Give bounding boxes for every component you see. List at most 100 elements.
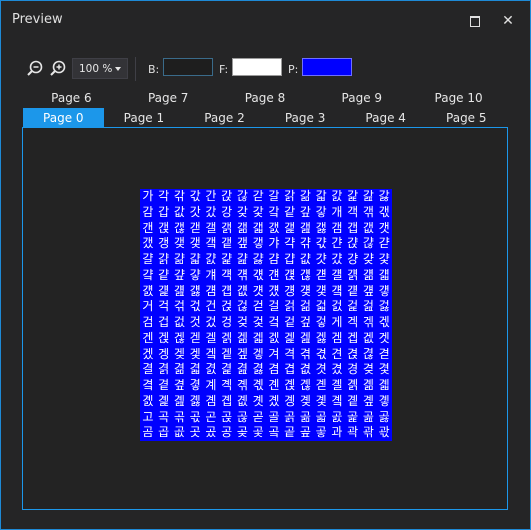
title-bar[interactable]: Preview ✕ [1, 1, 530, 39]
glyph-cell: 걥 [221, 283, 233, 298]
glyph-cell: 갿 [378, 236, 390, 251]
glyph-cell: 갤 [205, 220, 217, 235]
tab-page-9[interactable]: Page 9 [313, 88, 410, 108]
tab-page-4[interactable]: Page 4 [345, 108, 426, 128]
preview-canvas: 가각갂갃간갅갆갇갈갉갊갋갌갍갎갏감갑값갓갔강갖갗갘같갚갛개객갞갟갠갡갢갣갤갥갦갧… [22, 127, 508, 510]
glyph-cell: 겂 [173, 315, 185, 329]
glyph-cell: 갈 [268, 189, 280, 203]
glyph-cell: 갾 [362, 236, 374, 251]
glyph-cell: 갷 [252, 236, 264, 251]
glyph-cell: 곐 [142, 393, 154, 408]
glyph-cell: 갅 [221, 189, 233, 203]
glyph-cell: 겈 [268, 315, 280, 329]
glyph-cell: 겉 [284, 315, 296, 329]
glyph-cell: 겘 [268, 330, 280, 345]
glyph-cell: 객 [347, 204, 359, 219]
glyph-cell: 갨 [268, 220, 280, 235]
glyph-cell: 겓 [189, 330, 201, 345]
glyph-cell: 겪 [299, 346, 311, 361]
maximize-button[interactable] [463, 9, 487, 33]
tab-page-0[interactable]: Page 0 [23, 108, 104, 128]
glyph-cell: 골 [268, 409, 280, 424]
glyph-cell: 곸 [268, 425, 280, 440]
glyph-cell: 겔 [205, 330, 217, 345]
glyph-cell: 갋 [315, 189, 327, 203]
glyph-cell: 갢 [173, 220, 185, 235]
tab-page-1[interactable]: Page 1 [104, 108, 185, 128]
glyph-cell: 건 [205, 299, 217, 314]
glyph-cell: 갸 [268, 236, 280, 251]
glyph-cell: 검 [142, 315, 154, 329]
glyph-cell: 갏 [378, 189, 390, 203]
glyph-cell: 겺 [299, 362, 311, 377]
glyph-cell: 걯 [378, 283, 390, 298]
glyph-cell: 갰 [142, 236, 154, 251]
glyph-cell: 걅 [221, 252, 233, 266]
glyph-cell: 겕 [221, 330, 233, 345]
glyph-cell: 곟 [378, 393, 390, 408]
glyph-cell: 개 [331, 204, 343, 219]
glyph-cell: 겫 [315, 346, 327, 361]
glyph-cell: 걊 [299, 252, 311, 266]
glyph-cell: 겳 [189, 362, 201, 377]
glyph-cell: 겛 [315, 330, 327, 345]
tab-page-8[interactable]: Page 8 [217, 88, 314, 108]
glyph-cell: 걝 [347, 267, 359, 282]
glyph-cell: 겏 [378, 315, 390, 329]
tab-page-2[interactable]: Page 2 [184, 108, 265, 128]
glyph-cell: 걛 [315, 267, 327, 282]
glyph-cell: 걀 [142, 252, 154, 266]
glyph-cell: 겯 [378, 346, 390, 361]
paper-color-swatch[interactable] [302, 58, 352, 76]
glyph-cell: 갊 [299, 189, 311, 203]
zoom-level-select[interactable]: 100 % [72, 58, 128, 79]
glyph-cell: 곍 [347, 378, 359, 392]
glyph-cell: 곢 [173, 409, 185, 424]
background-color-swatch[interactable] [163, 58, 213, 76]
glyph-cell: 곜 [331, 393, 343, 408]
glyph-cell: 결 [142, 362, 154, 377]
foreground-color-swatch[interactable] [232, 58, 282, 76]
tab-page-3[interactable]: Page 3 [265, 108, 346, 128]
glyph-cell: 곳 [189, 425, 201, 440]
glyph-cell: 갞 [362, 204, 374, 219]
tab-page-10[interactable]: Page 10 [410, 88, 507, 108]
zoom-level-value: 100 % [79, 62, 113, 75]
glyph-cell: 걸 [268, 299, 280, 314]
glyph-cell: 곋 [315, 378, 327, 392]
close-button[interactable]: ✕ [496, 9, 520, 33]
glyph-cell: 곱 [158, 425, 170, 440]
glyph-cell: 곛 [315, 393, 327, 408]
tab-page-5[interactable]: Page 5 [426, 108, 507, 128]
glyph-cell: 겖 [236, 330, 248, 345]
tab-page-7[interactable]: Page 7 [120, 88, 217, 108]
zoom-out-icon[interactable] [26, 59, 44, 77]
glyph-cell: 걳 [189, 299, 201, 314]
tab-page-6[interactable]: Page 6 [23, 88, 120, 108]
zoom-in-icon[interactable] [49, 59, 67, 77]
glyph-cell: 걭 [347, 283, 359, 298]
glyph-cell: 갼 [331, 236, 343, 251]
glyph-cell: 곯 [378, 409, 390, 424]
glyph-cell: 고 [142, 409, 154, 424]
glyph-cell: 갮 [362, 220, 374, 235]
paper-color-label: P: [288, 63, 299, 76]
glyph-cell: 값 [173, 204, 185, 219]
glyph-cell: 겗 [252, 330, 264, 345]
glyph-cell: 곖 [236, 393, 248, 408]
glyph-cell: 갇 [252, 189, 264, 203]
glyph-cell: 겨 [268, 346, 280, 361]
glyph-cell: 겊 [299, 315, 311, 329]
glyph-cell: 곮 [362, 409, 374, 424]
glyph-cell: 갓 [189, 204, 201, 219]
glyph-cell: 곓 [189, 393, 201, 408]
glyph-cell: 갫 [315, 220, 327, 235]
glyph-cell: 거 [142, 299, 154, 314]
glyph-cell: 곑 [158, 393, 170, 408]
preview-window: Preview ✕ 100 % B: F: P: Page 6 Page 7 P… [0, 0, 531, 530]
glyph-cell: 겥 [221, 346, 233, 361]
glyph-cell: 곹 [284, 425, 296, 440]
glyph-cell: 겞 [362, 330, 374, 345]
glyph-cell: 곿 [378, 425, 390, 440]
window-title: Preview [12, 12, 63, 27]
